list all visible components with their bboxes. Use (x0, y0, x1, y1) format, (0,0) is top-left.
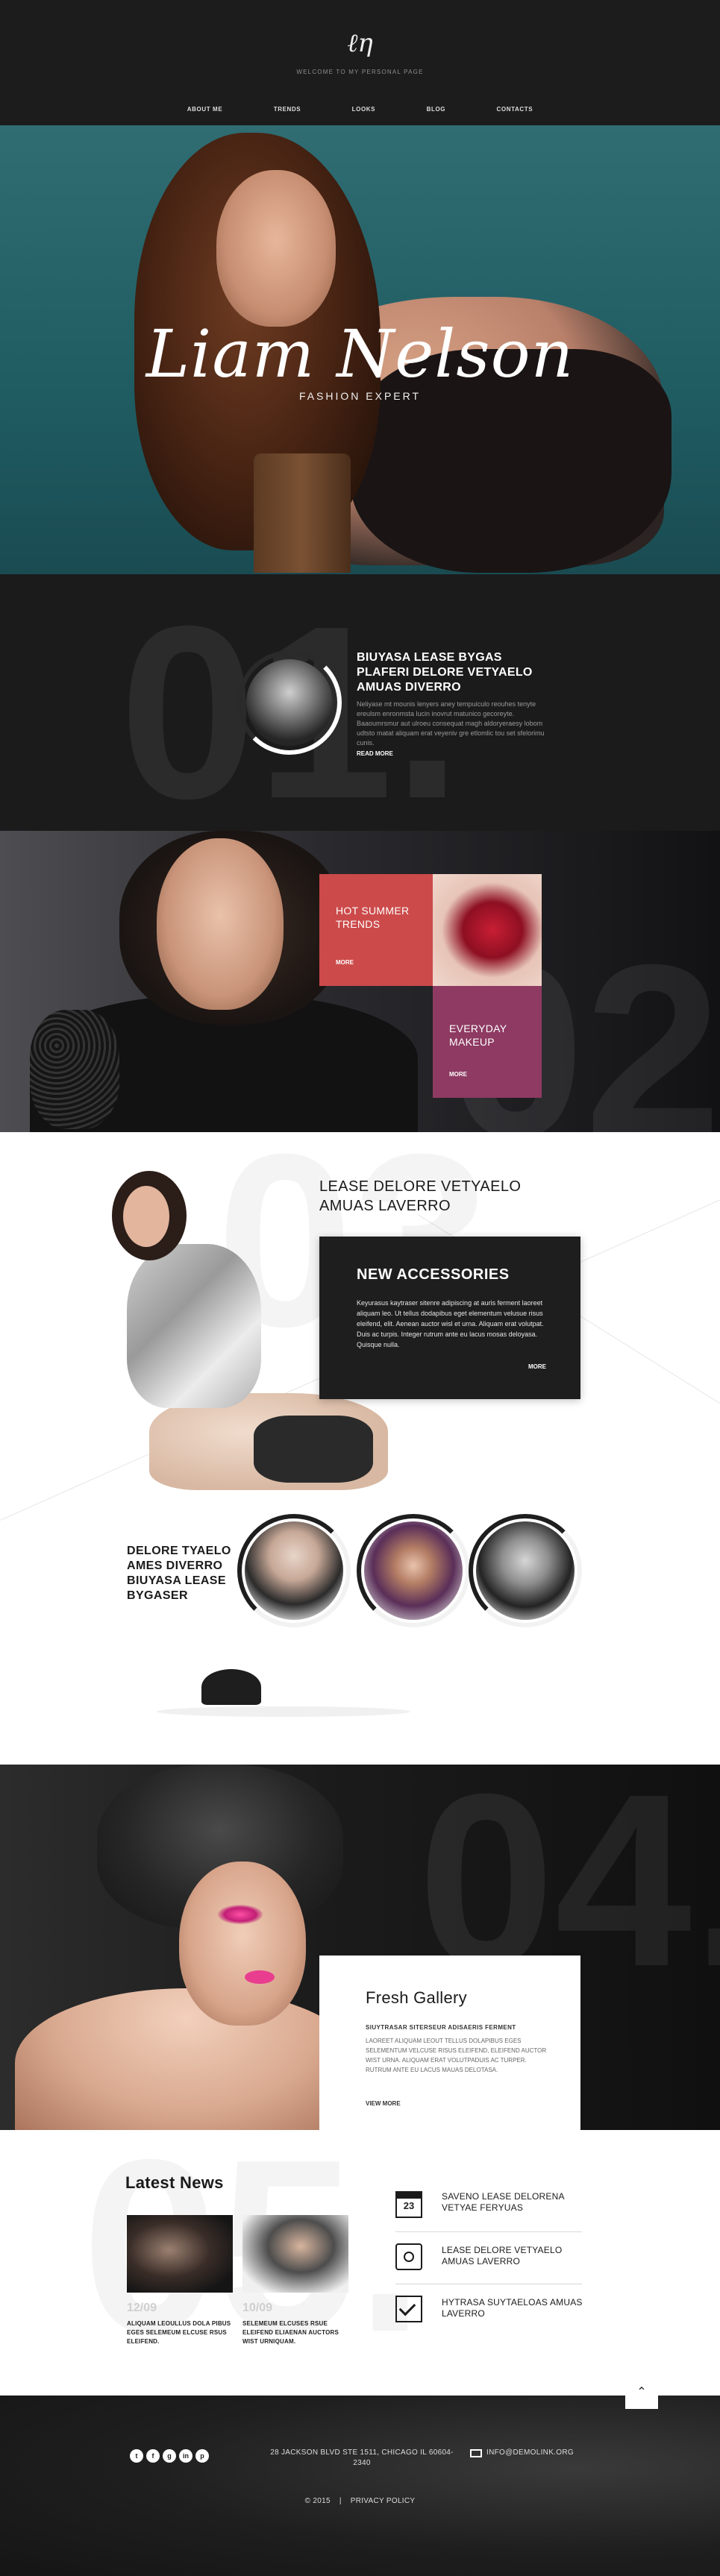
facebook-icon[interactable]: f (146, 2449, 160, 2463)
nav-item-looks[interactable]: LOOKS (352, 106, 375, 113)
section-about: 01. BIUYASA LEASE BYGAS PLAFERI DELORE V… (0, 574, 720, 831)
nav-item-blog[interactable]: BLOG (427, 106, 446, 113)
copyright-separator: | (339, 2497, 342, 2505)
avatar (246, 659, 333, 746)
hero-role: FASHION EXPERT (298, 390, 422, 402)
site-header: ℓη WELCOME TO MY PERSONAL PAGE ABOUT ME … (0, 0, 720, 125)
news-date: 12/09 (127, 2302, 157, 2314)
scroll-top-button[interactable]: ⌃ (625, 2376, 658, 2409)
shoe-image (201, 1669, 261, 1705)
tile-lips-image (433, 874, 542, 986)
list-item-text[interactable]: SAVENO LEASE DELORENA VETYAE FERYUAS (442, 2191, 591, 2214)
tile-everyday-makeup[interactable]: EVERYDAY MAKEUP MORE (433, 986, 542, 1098)
hero-section: Liam Nelson FASHION EXPERT (0, 125, 720, 574)
section-looks: 03 LEASE DELORE VETYAELO AMUAS LAVERRO N… (0, 1132, 720, 1765)
list-divider (395, 2231, 582, 2232)
tile-more-link[interactable]: MORE (449, 1071, 467, 1078)
looks-heading: LEASE DELORE VETYAELO AMUAS LAVERRO (319, 1178, 522, 1214)
tile-hot-summer-trends[interactable]: HOT SUMMER TRENDS MORE (319, 874, 433, 986)
nav-item-trends[interactable]: TRENDS (274, 106, 301, 113)
looks-subheading: DELORE TYAELO AMES DIVERRO BIUYASA LEASE… (127, 1545, 231, 1602)
news-image-2[interactable] (242, 2215, 348, 2293)
news-image-1[interactable] (127, 2215, 233, 2293)
main-nav: ABOUT ME TRENDS LOOKS BLOG CONTACTS (0, 101, 720, 115)
footer-address: 28 JACKSON BLVD STE 1511, CHICAGO IL 606… (270, 2448, 454, 2467)
shoe-shadow (157, 1706, 410, 1717)
tile-label: HOT SUMMER TRENDS (336, 905, 410, 930)
tile-more-link[interactable]: MORE (336, 959, 354, 966)
linkedin-icon[interactable]: in (179, 2449, 192, 2463)
card-title: Fresh Gallery (366, 1988, 467, 2007)
section-gallery: 04. Fresh Gallery SIUYTRASAR SITERSEUR A… (0, 1765, 720, 2130)
site-footer: ⌃ t f g in p 28 JACKSON BLVD STE 1511, C… (0, 2376, 720, 2576)
tile-label: EVERYDAY MAKEUP (449, 1022, 507, 1048)
site-tagline: WELCOME TO MY PERSONAL PAGE (296, 69, 424, 75)
nav-item-contacts[interactable]: CONTACTS (497, 106, 533, 113)
google-plus-icon[interactable]: g (163, 2449, 176, 2463)
section-trends: 02 HOT SUMMER TRENDS MORE EVERYDAY MAKEU… (0, 831, 720, 1132)
section-news: 05. Latest News 12/09 ALIQUAM LEOULLUS D… (0, 2130, 720, 2396)
trends-model-face (157, 838, 284, 1010)
look-photo-2[interactable] (364, 1521, 463, 1620)
nav-item-about[interactable]: ABOUT ME (187, 106, 222, 113)
gallery-model-body (15, 1988, 358, 2130)
card-title: NEW ACCESSORIES (357, 1266, 510, 1283)
hero-name: Liam Nelson (145, 315, 575, 392)
gallery-model-eye-makeup (218, 1905, 263, 1924)
hero-chair (254, 453, 351, 573)
check-icon (395, 2296, 422, 2322)
news-text[interactable]: SELEMEUM ELCUSES RSUE ELEIFEND ELIAENAN … (242, 2319, 348, 2346)
looks-model-boots (254, 1416, 373, 1483)
gallery-model-face (179, 1862, 306, 2026)
gallery-model-lips (245, 1970, 275, 1984)
privacy-policy-link[interactable]: PRIVACY POLICY (351, 2497, 416, 2505)
list-item-text[interactable]: HYTRASA SUYTAELOAS AMUAS LAVERRO (442, 2297, 591, 2319)
news-title: Latest News (125, 2173, 224, 2192)
camera-icon (395, 2243, 422, 2270)
trends-model-lace (30, 1010, 119, 1129)
card-text: LAOREET ALIQUAM LEOUT TELLUS DOLAPIBUS E… (366, 2038, 547, 2073)
about-text: Neliyase mt mounis lenyers aney tempuicu… (357, 700, 545, 747)
look-photo-1[interactable] (245, 1521, 343, 1620)
look-photo-3[interactable] (476, 1521, 575, 1620)
card-more-link[interactable]: MORE (528, 1363, 546, 1370)
calendar-badge: 23 (403, 2200, 415, 2211)
about-title: BIUYASA LEASE BYGAS PLAFERI DELORE VETYA… (357, 651, 533, 694)
copyright-text: © 2015 (304, 2497, 331, 2505)
site-logo[interactable]: ℓη (0, 28, 720, 58)
mail-icon (470, 2449, 482, 2457)
looks-model-jacket (127, 1244, 261, 1408)
footer-email-link[interactable]: INFO@DEMOLINK.ORG (486, 2448, 574, 2457)
news-date: 10/09 (242, 2302, 273, 2314)
pinterest-icon[interactable]: p (195, 2449, 209, 2463)
view-more-link[interactable]: VIEW MORE (366, 2100, 401, 2107)
card-text: Keyurasus kaytraser sitenre adipiscing a… (357, 1299, 544, 1348)
card-subtitle: SIUYTRASAR SITERSEUR ADISAERIS FERMENT (366, 2024, 516, 2031)
gallery-card: Fresh Gallery SIUYTRASAR SITERSEUR ADISA… (319, 1955, 580, 2130)
footer-copyright: © 2015 | PRIVACY POLICY (0, 2497, 720, 2505)
calendar-icon: 23 (395, 2191, 422, 2218)
news-text[interactable]: ALIQUAM LEOULLUS DOLA PIBUS EGES SELEMEU… (127, 2319, 233, 2346)
looks-model-face (123, 1186, 169, 1247)
accessories-card: NEW ACCESSORIES Keyurasus kaytraser site… (319, 1237, 580, 1399)
hero-model-face (216, 170, 336, 327)
twitter-icon[interactable]: t (130, 2449, 143, 2463)
read-more-link[interactable]: READ MORE (357, 750, 393, 757)
list-item-text[interactable]: LEASE DELORE VETYAELO AMUAS LAVERRO (442, 2245, 591, 2267)
